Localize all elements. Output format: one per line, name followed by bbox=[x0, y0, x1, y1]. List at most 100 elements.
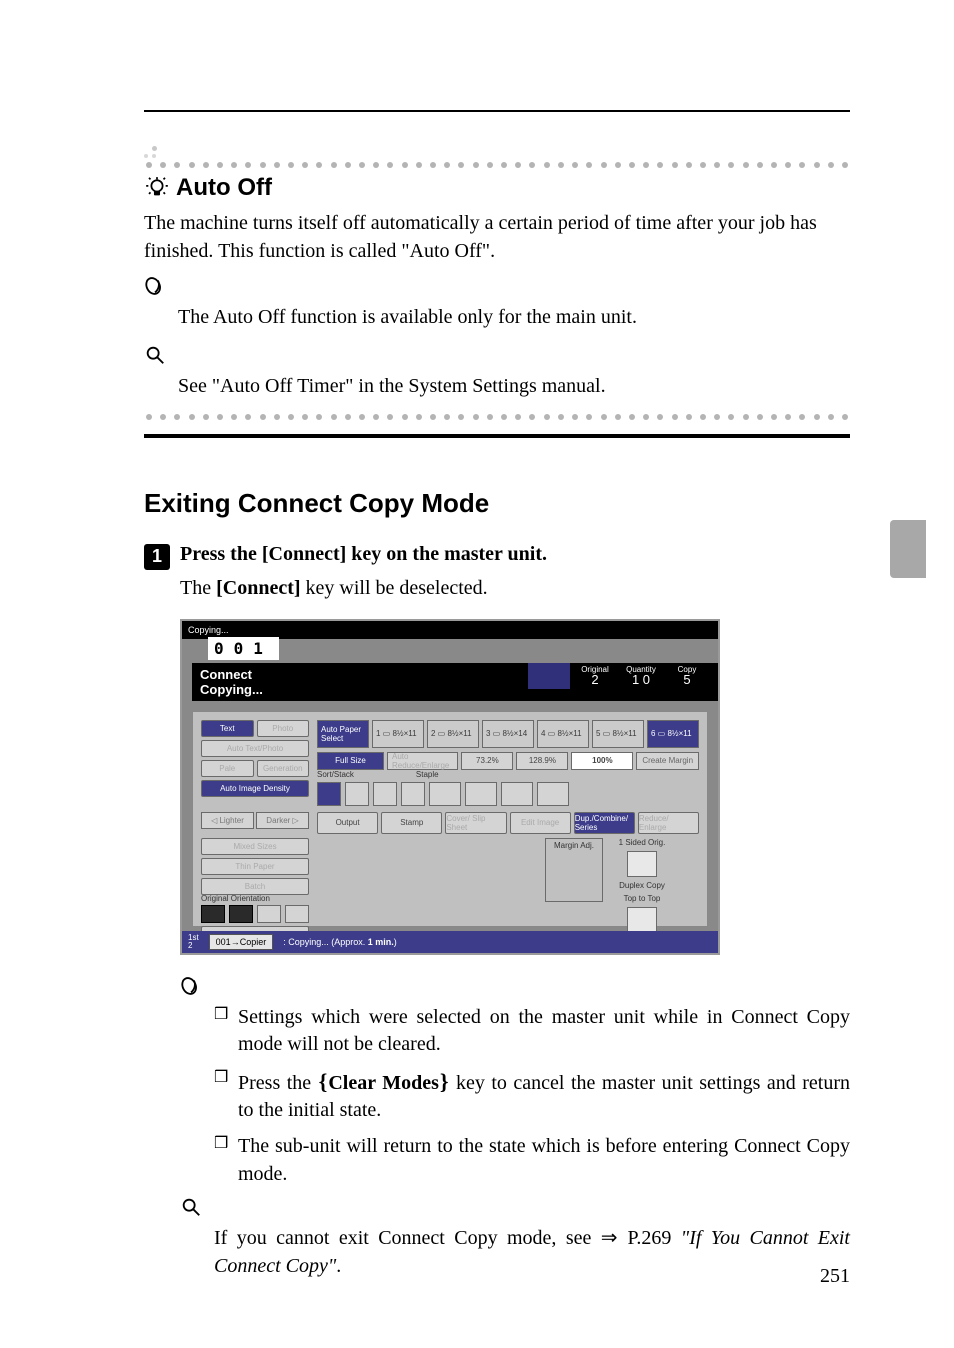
clear-open-bracket: { bbox=[318, 1069, 329, 1094]
sort-icon-3[interactable] bbox=[373, 782, 397, 806]
exit-note-3: The sub-unit will return to the state wh… bbox=[214, 1133, 850, 1188]
ss-toptotop-icon[interactable] bbox=[627, 907, 657, 933]
ss-lighter-label: Lighter bbox=[219, 816, 243, 825]
step1-prefix: Press the bbox=[180, 543, 262, 565]
orient-icon-2[interactable] bbox=[229, 905, 253, 923]
clear-prefix: Press the bbox=[238, 1072, 318, 1094]
ref-tail: . bbox=[336, 1255, 341, 1277]
ss-stamp-button[interactable]: Stamp bbox=[381, 812, 442, 834]
step-1-line: 1 Press the [Connect] key on the master … bbox=[144, 541, 850, 569]
ss-machine-icon bbox=[528, 663, 570, 689]
orient-icon-4[interactable] bbox=[285, 905, 309, 923]
ss-generation-button[interactable]: Generation bbox=[257, 760, 310, 777]
ss-status-suffix: ) bbox=[394, 937, 397, 947]
dot-row-bottom bbox=[144, 414, 850, 420]
ss-status-time: 1 min. bbox=[368, 937, 394, 947]
step-number-1: 1 bbox=[144, 544, 170, 570]
ss-margin-adj-box: Margin Adj. bbox=[545, 838, 603, 902]
ss-orientation-label: Original Orientation bbox=[201, 894, 270, 903]
ss-cover-button[interactable]: Cover/ Slip Sheet bbox=[445, 812, 506, 834]
ss-tray-2[interactable]: 2 ▭ 8½×11 bbox=[427, 720, 479, 748]
staple-icon-1[interactable] bbox=[429, 782, 461, 806]
step1-plain-key: [Connect] bbox=[216, 577, 300, 599]
ss-bottom-tab[interactable]: 001→Copier bbox=[209, 934, 274, 950]
ss-bottom-status: : Copying... (Approx. 1 min.) bbox=[283, 937, 397, 947]
ss-paper-row: Auto Paper Select 1 ▭ 8½×11 2 ▭ 8½×11 3 … bbox=[317, 720, 699, 748]
ss-chip-original: Original 2 bbox=[574, 663, 616, 689]
lightbulb-icon bbox=[144, 175, 170, 201]
ss-tray-5[interactable]: 5 ▭ 8½×11 bbox=[592, 720, 644, 748]
exit-note-1: Settings which were selected on the mast… bbox=[214, 1004, 850, 1059]
staple-icon-3[interactable] bbox=[501, 782, 533, 806]
ss-1sided-label: 1 Sided Orig. bbox=[619, 838, 666, 847]
ss-darker-label: Darker bbox=[266, 816, 290, 825]
ss-auto-paper-select[interactable]: Auto Paper Select bbox=[317, 720, 369, 748]
ss-dup-combine-button[interactable]: Dup./Combine/ Series bbox=[574, 812, 635, 834]
sort-icon-2[interactable] bbox=[345, 782, 369, 806]
note-icon bbox=[144, 275, 850, 302]
ss-counter: 001 bbox=[208, 637, 279, 660]
sort-icon-1[interactable] bbox=[317, 782, 341, 806]
step1-plain: The [Connect] key will be deselected. bbox=[180, 575, 850, 603]
ss-1sided-icon[interactable] bbox=[627, 851, 657, 877]
dot-row-top bbox=[144, 162, 850, 168]
ss-full-size-button[interactable]: Full Size bbox=[317, 752, 384, 770]
ss-create-margin-button[interactable]: Create Margin bbox=[636, 752, 699, 770]
ss-auto-image-density-button[interactable]: Auto Image Density bbox=[201, 780, 309, 797]
step1-plain-prefix: The bbox=[180, 577, 216, 599]
ss-batch-button[interactable]: Batch bbox=[201, 878, 309, 895]
staple-icon-4[interactable] bbox=[537, 782, 569, 806]
ss-copy-value: 5 bbox=[670, 674, 704, 686]
sort-icon-4[interactable] bbox=[401, 782, 425, 806]
ref-prefix: If you cannot exit Connect Copy mode, se… bbox=[214, 1227, 601, 1249]
auto-off-reference: See "Auto Off Timer" in the System Setti… bbox=[178, 373, 850, 409]
orient-icon-3[interactable] bbox=[257, 905, 281, 923]
step1-suffix: key on the master unit. bbox=[346, 543, 547, 565]
ref-page: P.269 bbox=[627, 1227, 680, 1249]
ss-output-button[interactable]: Output bbox=[317, 812, 378, 834]
ss-ratio-73[interactable]: 73.2% bbox=[461, 752, 513, 770]
ss-tray-4[interactable]: 4 ▭ 8½×11 bbox=[537, 720, 589, 748]
ss-chip-quantity: Quantity 1 0 bbox=[620, 663, 662, 689]
exit-reference: If you cannot exit Connect Copy mode, se… bbox=[214, 1225, 850, 1288]
ss-edit-button[interactable]: Edit Image bbox=[510, 812, 571, 834]
clear-modes-key: Clear Modes bbox=[328, 1072, 439, 1094]
ss-darker-button[interactable]: Darker ▷ bbox=[256, 812, 309, 829]
ss-mixed-sizes-button[interactable]: Mixed Sizes bbox=[201, 838, 309, 855]
ss-status: Copying... bbox=[188, 625, 229, 635]
exit-note-2: Press the {Clear Modes} key to cancel th… bbox=[214, 1067, 850, 1125]
ss-duplex-label: Duplex Copy bbox=[619, 881, 665, 890]
ss-pale-button[interactable]: Pale bbox=[201, 760, 254, 777]
ss-ratio-128[interactable]: 128.9% bbox=[516, 752, 568, 770]
ss-chip-copy: Copy 5 bbox=[666, 663, 708, 689]
ss-lighter-button[interactable]: ◁ Lighter bbox=[201, 812, 254, 829]
ss-auto-reduce-button[interactable]: Auto Reduce/Enlarge bbox=[387, 752, 458, 770]
connect-key: [Connect] bbox=[262, 543, 346, 565]
staple-icon-2[interactable] bbox=[465, 782, 497, 806]
ss-reduce-button[interactable]: Reduce/ Enlarge bbox=[638, 812, 699, 834]
ss-tray-1[interactable]: 1 ▭ 8½×11 bbox=[372, 720, 424, 748]
ss-toptotop-label: Top to Top bbox=[624, 894, 661, 903]
exit-heading: Exiting Connect Copy Mode bbox=[144, 488, 850, 519]
ss-sort-staple-icons bbox=[317, 782, 569, 806]
ss-text-button[interactable]: Text bbox=[201, 720, 254, 737]
orient-icon-1[interactable] bbox=[201, 905, 225, 923]
ss-margin-label: Margin Adj. bbox=[554, 841, 594, 850]
ss-staple-label: Staple bbox=[416, 770, 439, 779]
ss-quantity-value: 1 0 bbox=[624, 674, 658, 686]
reference-icon-2 bbox=[180, 1196, 850, 1223]
ss-photo-button[interactable]: Photo bbox=[257, 720, 310, 737]
page-number: 251 bbox=[820, 1265, 850, 1288]
ss-tray-6[interactable]: 6 ▭ 8½×11 bbox=[647, 720, 699, 748]
auto-off-body: The machine turns itself off automatical… bbox=[144, 210, 850, 265]
connect-copy-screenshot: Copying... 001 Connect Copying... Origin… bbox=[180, 619, 720, 955]
ss-sort-label: Sort/Stack bbox=[317, 770, 354, 779]
thick-rule bbox=[144, 434, 850, 438]
ss-status-prefix: : Copying... (Approx. bbox=[283, 937, 365, 947]
ss-original-value: 2 bbox=[578, 674, 612, 686]
ss-thin-paper-button[interactable]: Thin Paper bbox=[201, 858, 309, 875]
ss-tray-3[interactable]: 3 ▭ 8½×14 bbox=[482, 720, 534, 748]
reference-icon bbox=[144, 344, 850, 371]
ss-auto-text-photo-button[interactable]: Auto Text/Photo bbox=[201, 740, 309, 757]
note-icon-2 bbox=[180, 975, 850, 1002]
